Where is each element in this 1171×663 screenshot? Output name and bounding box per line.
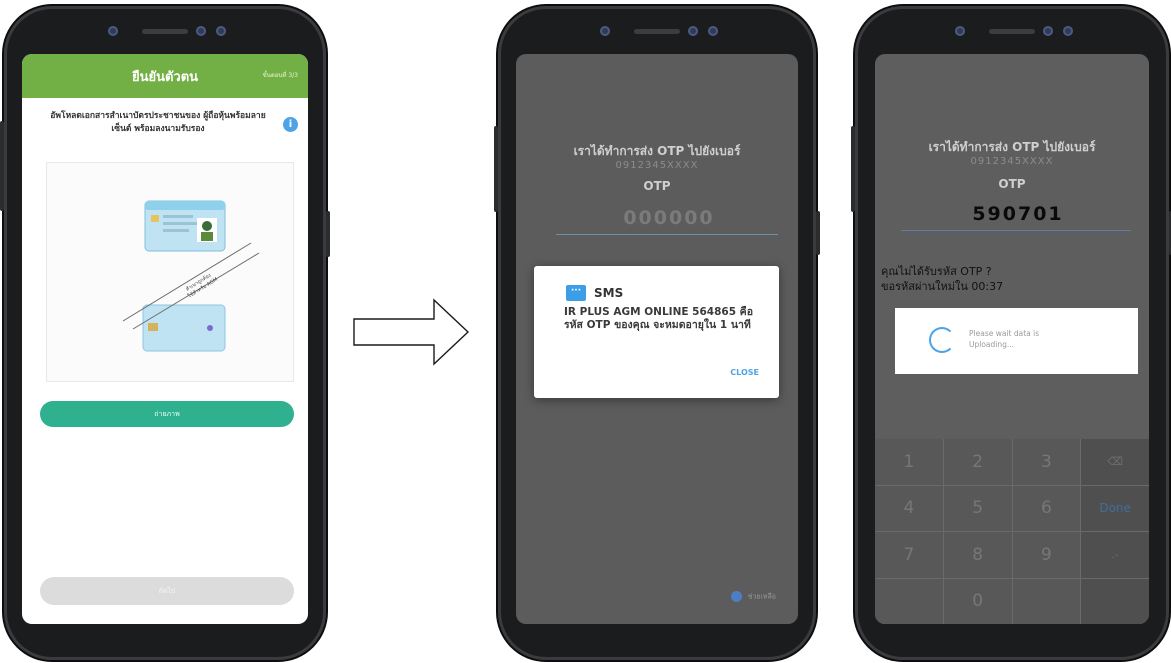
- resend-otp-text[interactable]: คุณไม่ได้รับรหัส OTP ? ขอรหัสผ่านใหม่ใน …: [881, 264, 1003, 294]
- otp-label: OTP: [998, 177, 1026, 191]
- key-6[interactable]: 6: [1012, 485, 1081, 531]
- phone-top-bezel: [927, 20, 1097, 44]
- next-button[interactable]: ถัดไป: [40, 577, 294, 605]
- numeric-keypad: 1 2 3 ⌫ 4 5 6 Done 7 8 9 .- 0: [875, 439, 1149, 624]
- help-label: ช่วยเหลือ: [747, 592, 776, 600]
- sms-message: IR PLUS AGM ONLINE 564865 คือรหัส OTP ขอ…: [564, 306, 753, 331]
- speaker-grille: [634, 29, 680, 34]
- uploading-line-1: Please wait data is: [969, 329, 1040, 338]
- info-icon[interactable]: i: [283, 117, 298, 132]
- power-button: [326, 211, 330, 257]
- otp-input[interactable]: [901, 198, 1135, 230]
- help-icon: [730, 590, 742, 602]
- key-dot-dash[interactable]: .-: [1081, 532, 1149, 578]
- phone-top-bezel: [572, 20, 742, 44]
- uploading-line-2: Uploading...: [969, 340, 1015, 349]
- id-card-upload-area[interactable]: สำเนาถูกต้อง ใช้สำหรับ AGM: [46, 162, 294, 382]
- camera-icon: [216, 26, 226, 36]
- otp-input[interactable]: [556, 202, 782, 234]
- backspace-icon[interactable]: ⌫: [1081, 439, 1149, 485]
- camera-icon: [688, 26, 698, 36]
- otp-label: OTP: [643, 179, 671, 193]
- help-button[interactable]: ช่วยเหลือ: [730, 590, 776, 603]
- id-card-front-icon: [144, 200, 226, 252]
- key-1[interactable]: 1: [875, 439, 943, 485]
- phone-frame-1: ยืนยันตัวตน ขั้นตอนที่ 3/3 อัพโหลดเอกสาร…: [0, 6, 330, 660]
- key-4[interactable]: 4: [875, 485, 943, 531]
- camera-icon: [1043, 26, 1053, 36]
- uploading-message: Please wait data is Uploading...: [969, 328, 1039, 350]
- screen-otp-uploading: เราได้ทำการส่ง OTP ไปยังเบอร์ 0912345XXX…: [875, 54, 1149, 624]
- id-card-back-icon: [142, 304, 226, 352]
- volume-button: [494, 126, 498, 212]
- close-button[interactable]: CLOSE: [730, 368, 759, 377]
- id-card-illustration: สำเนาถูกต้อง ใช้สำหรับ AGM: [122, 200, 260, 352]
- sms-notification-dialog: ··· SMS IR PLUS AGM ONLINE 564865 คือรหั…: [534, 266, 779, 398]
- loading-spinner-icon: [929, 327, 955, 353]
- key-blank: [1012, 578, 1081, 624]
- screen-id-upload: ยืนยันตัวตน ขั้นตอนที่ 3/3 อัพโหลดเอกสาร…: [22, 54, 308, 624]
- right-arrow-icon: [353, 298, 470, 366]
- sms-app-icon: ···: [566, 285, 586, 301]
- phone-number: 0912345XXXX: [615, 160, 699, 171]
- sensor-icon: [108, 26, 118, 36]
- key-blank: [875, 578, 943, 624]
- key-2[interactable]: 2: [943, 439, 1012, 485]
- phone-frame-3: เราได้ทำการส่ง OTP ไปยังเบอร์ 0912345XXX…: [851, 6, 1171, 660]
- key-3[interactable]: 3: [1012, 439, 1081, 485]
- volume-button: [851, 126, 855, 212]
- volume-button: [0, 121, 4, 211]
- sensor-icon: [600, 26, 610, 36]
- key-9[interactable]: 9: [1012, 532, 1081, 578]
- screen-otp-sms: เราได้ทำการส่ง OTP ไปยังเบอร์ 0912345XXX…: [516, 54, 798, 624]
- otp-field[interactable]: [901, 198, 1135, 231]
- resend-question: คุณไม่ได้รับรหัส OTP ?: [881, 265, 992, 278]
- uploading-dialog: Please wait data is Uploading...: [895, 308, 1138, 374]
- otp-heading: เราได้ทำการส่ง OTP ไปยังเบอร์: [573, 144, 741, 158]
- resend-countdown: ขอรหัสผ่านใหม่ใน 00:37: [881, 280, 1004, 293]
- phone-frame-2: เราได้ทำการส่ง OTP ไปยังเบอร์ 0912345XXX…: [494, 6, 820, 660]
- phone-number: 0912345XXXX: [970, 156, 1054, 167]
- phone-top-bezel: [80, 20, 250, 44]
- key-8[interactable]: 8: [943, 532, 1012, 578]
- capture-photo-button[interactable]: ถ่ายภาพ: [40, 401, 294, 427]
- camera-icon: [1063, 26, 1073, 36]
- sms-app-name: SMS: [594, 286, 624, 300]
- camera-icon: [708, 26, 718, 36]
- otp-heading: เราได้ทำการส่ง OTP ไปยังเบอร์: [928, 140, 1096, 154]
- key-5[interactable]: 5: [943, 485, 1012, 531]
- sensor-icon: [955, 26, 965, 36]
- done-key[interactable]: Done: [1081, 485, 1149, 531]
- camera-icon: [196, 26, 206, 36]
- key-0[interactable]: 0: [943, 578, 1012, 624]
- app-header: ยืนยันตัวตน ขั้นตอนที่ 3/3: [22, 54, 308, 98]
- speaker-grille: [989, 29, 1035, 34]
- upload-instruction: อัพโหลดเอกสารสำเนาบัตรประชาชนของ ผู้ถือห…: [50, 111, 266, 134]
- power-button: [816, 211, 820, 255]
- key-blank: [1081, 578, 1149, 624]
- key-7[interactable]: 7: [875, 532, 943, 578]
- otp-field[interactable]: [556, 202, 782, 235]
- step-indicator: ขั้นตอนที่ 3/3: [262, 72, 298, 79]
- speaker-grille: [142, 29, 188, 34]
